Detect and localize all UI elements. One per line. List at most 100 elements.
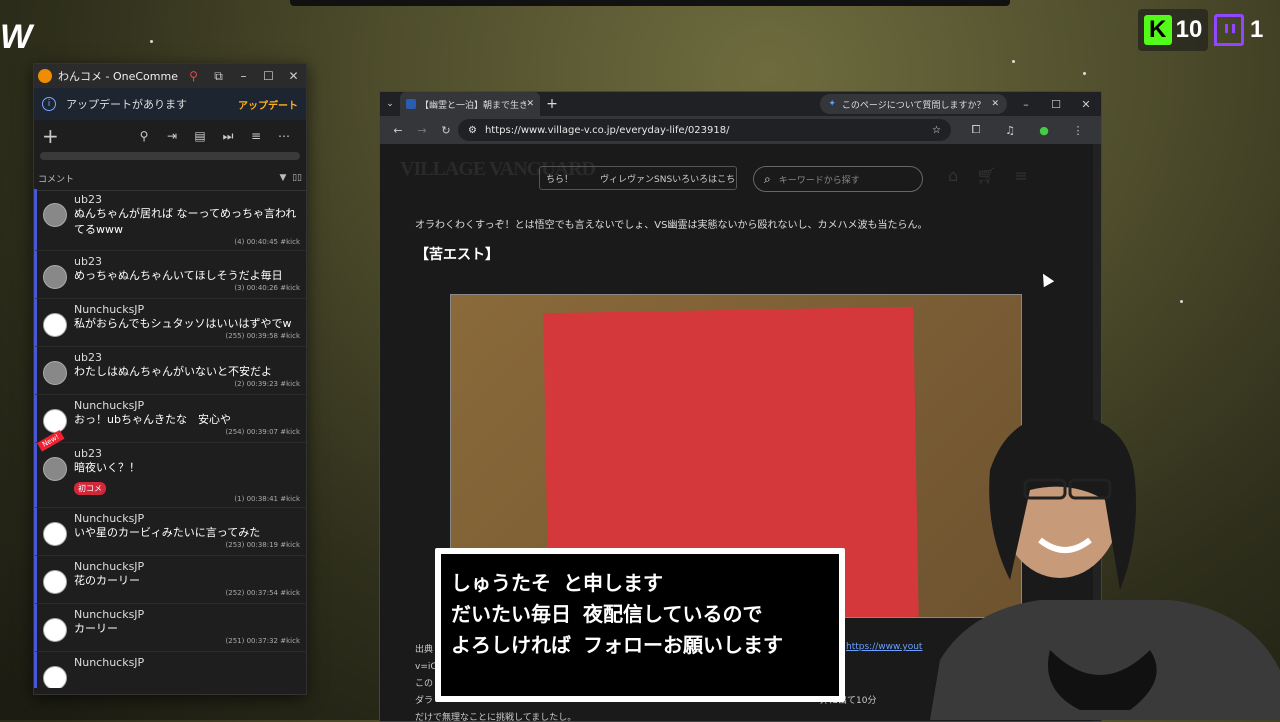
comment-text: めっちゃぬんちゃんいてほしそうだよ毎日 [74,269,283,282]
comment-list: ub23 ぬんちゃんが居れば なーってめっちゃ言われてるwww (4) 00:40:… [34,189,306,688]
comment-meta: (255) 00:39:58 #kick [225,332,300,340]
comment-meta: (1) 00:38:41 #kick [234,495,300,503]
ai-chip-close-icon[interactable]: ✕ [991,99,999,109]
layout-icon[interactable]: ▤ [186,129,214,143]
nav-bar: ← → ↻ ⚙ https://www.village-v.co.jp/ever… [380,116,1101,144]
back-icon[interactable]: ← [386,124,410,137]
tab-search-icon[interactable]: ⌄ [380,99,400,109]
comment-author: ub23 [74,193,102,206]
stream-logo: W [0,18,33,56]
comment-author: NunchucksJP [74,512,145,525]
more-icon[interactable]: ⋯ [270,129,298,143]
comment-item[interactable]: NunchucksJP 花のカーリー (252) 00:37:54 #kick [34,556,306,604]
login-icon[interactable]: ⇥ [158,129,186,143]
avatar [43,666,67,688]
horizontal-scrollbar[interactable] [40,152,300,160]
comment-item[interactable]: ub23 めっちゃぬんちゃんいてほしそうだよ毎日 (3) 00:40:26 #kic… [34,251,306,299]
avatar [43,361,67,385]
tab-active[interactable]: 【幽霊と一泊】朝まで生き残ってく ✕ [400,92,540,116]
webcam-person [930,414,1280,720]
close-button[interactable]: ✕ [281,69,306,83]
browser-close-button[interactable]: ✕ [1071,98,1101,111]
avatar [43,618,67,642]
search-icon: ⌕ [764,171,771,186]
onecomme-titlebar: わんコメ - OneComme | 9.... ⚲ ⧉ – ☐ ✕ [34,64,306,88]
avatar [43,265,67,289]
comment-author: ub23 [74,351,102,364]
avatar [43,570,67,594]
tab-strip: ⌄ 【幽霊と一泊】朝まで生き残ってく ✕ + ✦ このページについて質問しますか… [380,92,1101,116]
hamburger-icon[interactable]: ≡ [1014,166,1027,185]
update-button[interactable]: アップデート [238,97,298,112]
comment-item[interactable]: NunchucksJP いや星のカービィみたいに言ってみた (253) 00:38:… [34,508,306,556]
minimize-button[interactable]: – [231,69,256,83]
comment-text: ぬんちゃんが居れば なーってめっちゃ言われてるwww [74,207,297,236]
skip-icon[interactable]: ⏭ [214,129,242,144]
new-tab-button[interactable]: + [540,96,564,112]
comment-meta: (251) 00:37:32 #kick [225,637,300,645]
list-icon[interactable]: ≡ [242,129,270,143]
comment-author: NunchucksJP [74,399,145,412]
comment-item[interactable]: ub23 わたしはぬんちゃんがいないと不安だよ (2) 00:39:23 #kick [34,347,306,395]
comment-item[interactable]: NunchucksJP おっ！ubちゃんきたな 安心や (254) 00:39:07… [34,395,306,443]
forward-icon[interactable]: → [410,124,434,137]
comment-item[interactable]: NunchucksJP 私がおらんでもシュタッソはいいはずやでw (255) 00:… [34,299,306,347]
comment-text: おっ！ubちゃんきたな 安心や [74,413,231,426]
menu-icon[interactable]: ⋮ [1061,124,1095,137]
comment-item[interactable]: NunchucksJP カーリー (251) 00:37:32 #kick [34,604,306,652]
pin-tool-icon[interactable]: ⚲ [130,129,158,143]
bookmark-star-icon[interactable]: ☆ [932,125,941,136]
pip-icon[interactable]: ⧉ [206,69,231,84]
comment-text: 私がおらんでもシュタッソはいいはずやでw [74,317,292,330]
onecomme-toolbar: + ⚲ ⇥ ▤ ⏭ ≡ ⋯ [34,120,306,152]
search-placeholder: キーワードから探す [778,175,860,186]
twitch-count: 1 [1250,16,1264,43]
comment-meta: (253) 00:38:19 #kick [225,541,300,549]
comment-meta: (2) 00:39:23 #kick [234,380,300,388]
cart-icon[interactable]: 🛒︎ [976,166,996,185]
site-search-input[interactable]: ⌕ キーワードから探す [753,166,923,192]
maximize-button[interactable]: ☐ [256,69,281,83]
media-icon[interactable]: ♫ [993,124,1027,137]
comment-author: ub23 [74,255,102,268]
news-ticker[interactable]: ちら！ ヴィレヴァンSNSいろいろはこち [539,166,737,190]
subtitle-line: よろしければ フォローお願いします [451,633,784,657]
comment-item[interactable]: NunchucksJP [34,652,306,688]
comment-meta: (4) 00:40:45 #kick [234,238,300,246]
onecomme-app-icon [38,69,52,83]
kick-icon: K [1143,15,1172,45]
subtitle-line: しゅうたそ と申します [451,571,664,595]
pin-icon[interactable]: ⚲ [181,69,206,83]
tab-close-icon[interactable]: ✕ [526,99,534,109]
add-icon[interactable]: + [42,124,130,148]
columns-icon[interactable]: ▯▯ [292,173,302,183]
window-title: わんコメ - OneComme | 9.... [58,70,181,83]
reload-icon[interactable]: ↻ [434,124,458,137]
store-icon[interactable]: ⌂ [948,166,958,185]
browser-minimize-button[interactable]: – [1011,98,1041,111]
extensions-icon[interactable]: ⧠ [959,123,993,137]
site-info-icon[interactable]: ⚙ [468,125,477,136]
comment-item[interactable]: ub23 ぬんちゃんが居れば なーってめっちゃ言われてるwww (4) 00:40:… [34,189,306,251]
avatar [43,203,67,227]
subtitle-box: しゅうたそ と申します だいたい毎日 夜配信しているので よろしければ フォローお願… [435,548,845,702]
article-intro: オラわくわくすっぞ！とは悟空でも言えないでしょ、VS幽霊は実態ないから殴れないし… [415,220,928,231]
avatar [43,313,67,337]
onecomme-window: わんコメ - OneComme | 9.... ⚲ ⧉ – ☐ ✕ i アップデ… [33,63,307,695]
filter-icon[interactable]: ▼ [279,173,286,183]
comment-item[interactable]: New! ub23 暗夜いく？！ 初コメ (1) 00:38:41 #kick [34,429,306,508]
source-link[interactable]: https://www.yout [846,642,922,652]
browser-maximize-button[interactable]: ☐ [1041,98,1071,111]
ai-chip[interactable]: ✦ このページについて質問しますか？ ✕ [820,94,1007,114]
tab-title: 【幽霊と一泊】朝まで生き残ってく [420,100,527,111]
section-label: コメント [38,174,75,185]
avatar [43,522,67,546]
ai-chip-label: このページについて質問しますか？ [841,100,986,111]
article-line: だけで無理なことに挑戦してましたし。 [415,713,577,722]
address-bar[interactable]: ⚙ https://www.village-v.co.jp/everyday-l… [458,119,951,141]
viewer-badges: K 10 1 [1138,8,1263,52]
subtitle-text: しゅうたそ と申します だいたい毎日 夜配信しているので よろしければ フォローお願… [439,552,841,698]
update-banner: i アップデートがあります アップデート [34,88,306,120]
profile-icon[interactable]: ● [1027,124,1061,137]
comment-author: NunchucksJP [74,303,145,316]
